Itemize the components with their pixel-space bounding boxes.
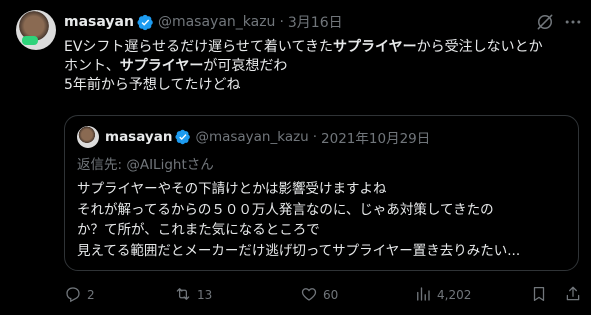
tweet-line: ホント、サプライヤーが可哀想だわ: [64, 57, 579, 76]
repost-count: 13: [197, 288, 213, 302]
verified-icon: [137, 14, 154, 31]
quote-line: か？て所が、これまた気になるところで: [77, 222, 320, 238]
bookmark-button[interactable]: [530, 284, 548, 306]
quote-header: masayan @masayan_kazu · 2021年10月29日: [105, 127, 430, 147]
reply-count: 2: [87, 288, 95, 302]
action-bar: 2 13 60 4,202: [64, 284, 582, 306]
tweet-header: masayan @masayan_kazu · 3月16日: [64, 12, 343, 32]
like-count: 60: [323, 288, 339, 302]
like-button[interactable]: 60: [300, 284, 338, 306]
separator: ·: [312, 129, 318, 145]
quote-avatar[interactable]: [77, 126, 99, 148]
share-button[interactable]: [564, 284, 582, 306]
text-run: が可哀想だわ: [203, 58, 288, 74]
tweet-date[interactable]: 3月16日: [288, 12, 343, 32]
avatar[interactable]: [16, 10, 56, 50]
bold-keyword: サプライヤー: [333, 39, 417, 55]
reply-mention[interactable]: @AILightさん: [126, 157, 213, 173]
quote-text: サプライヤーやその下請けとかは影響受けますよね それが解ってるからの５００万人発…: [77, 179, 567, 261]
quote-line: それが解ってるからの５００万人発言なのに、じゃあ対策してきたの: [77, 201, 494, 218]
tweet-line: EVシフト遅らせるだけ遅らせて着いてきたサプライヤーから受注しないとか: [64, 38, 579, 57]
quote-date: 2021年10月29日: [321, 131, 431, 147]
author-name[interactable]: masayan: [64, 14, 134, 30]
views-icon: [414, 285, 432, 306]
like-icon: [300, 285, 318, 306]
bookmark-icon: [530, 285, 548, 306]
views-count: 4,202: [437, 288, 472, 302]
author-handle[interactable]: @masayan_kazu: [158, 14, 276, 30]
repost-icon: [174, 285, 192, 306]
repost-button[interactable]: 13: [174, 284, 212, 306]
text-run: 5年前から予想してたけどね: [64, 77, 241, 93]
reply-context: 返信先: @AILightさん: [77, 153, 214, 173]
quote-line: 見えてる範囲だとメーカーだけ逃げ切ってサプライヤー置き去りみたい...: [77, 242, 521, 259]
more-icon[interactable]: [563, 12, 583, 32]
reply-prefix: 返信先:: [77, 157, 127, 173]
quote-author-name: masayan: [105, 129, 173, 145]
reply-icon: [64, 285, 82, 306]
bold-keyword: サプライヤー: [119, 58, 204, 74]
quoted-tweet[interactable]: masayan @masayan_kazu · 2021年10月29日 返信先:…: [64, 115, 579, 271]
share-icon: [564, 285, 582, 306]
views-button[interactable]: 4,202: [414, 284, 471, 306]
text-run: EVシフト遅らせるだけ遅らせて着いてきた: [64, 39, 334, 55]
text-run: から受注しないとか: [416, 39, 543, 55]
separator: ·: [279, 14, 284, 30]
tweet-text: EVシフト遅らせるだけ遅らせて着いてきたサプライヤーから受注しないとか ホント、サ…: [64, 38, 579, 95]
verified-icon: [175, 129, 191, 145]
quote-author-handle: @masayan_kazu: [195, 129, 309, 145]
grok-icon[interactable]: [535, 12, 555, 32]
quote-line: サプライヤーやその下請けとかは影響受けますよね: [77, 181, 387, 197]
tweet-line: 5年前から予想してたけどね: [64, 76, 579, 95]
reply-button[interactable]: 2: [64, 284, 95, 306]
text-run: ホント、: [64, 58, 120, 74]
